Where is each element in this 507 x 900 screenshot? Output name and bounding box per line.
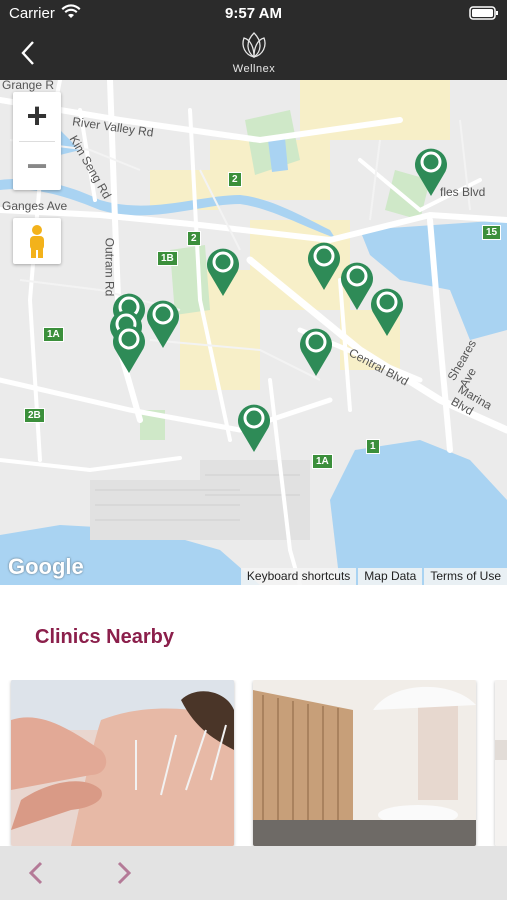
road-shield: 1A: [43, 327, 64, 342]
map-view[interactable]: Grange R River Valley Rd Kim Seng Rd Gan…: [0, 80, 507, 585]
acupuncture-image: [11, 680, 234, 846]
road-shield: 1: [366, 439, 380, 454]
clinic-carousel[interactable]: [0, 680, 507, 846]
clock: 9:57 AM: [225, 5, 282, 22]
zoom-out-button[interactable]: −: [13, 142, 61, 190]
previous-button[interactable]: [22, 858, 52, 888]
road-shield: 1A: [312, 454, 333, 469]
status-bar: Carrier 9:57 AM: [0, 0, 507, 28]
wellnex-logo: Wellnex: [231, 30, 277, 78]
carousel-nav-bar: [0, 846, 507, 900]
clinics-nearby-title: Clinics Nearby: [35, 626, 174, 648]
clinic-card[interactable]: [253, 680, 476, 846]
pegman-icon: [30, 225, 44, 258]
clinic-image: [495, 680, 507, 846]
map-footer: Keyboard shortcuts Map Data Terms of Use: [239, 568, 507, 585]
map-label: Grange R: [2, 80, 55, 92]
street-view-button[interactable]: [13, 218, 61, 264]
zoom-controls: + −: [13, 92, 61, 190]
google-logo: Google: [8, 554, 84, 579]
clinic-pin[interactable]: [298, 324, 334, 378]
clinic-pin[interactable]: [306, 238, 342, 292]
map-label: Ganges Ave: [2, 199, 68, 213]
navigation-bar: Wellnex: [0, 28, 507, 80]
zoom-in-button[interactable]: +: [13, 92, 61, 140]
road-shield: 2B: [24, 408, 45, 423]
battery-icon: [469, 6, 499, 24]
clinic-pin[interactable]: [369, 284, 405, 338]
clinic-pin[interactable]: [145, 296, 181, 350]
road-shield: 15: [482, 225, 502, 240]
clinic-card[interactable]: [11, 680, 234, 846]
road-shield: 2: [187, 231, 201, 246]
clinic-pin[interactable]: [205, 244, 241, 298]
chevron-left-icon: [21, 41, 34, 65]
next-button[interactable]: [108, 858, 138, 888]
lotus-icon: [242, 32, 266, 58]
road-shield: 2: [228, 172, 242, 187]
chevron-left-icon: [28, 861, 43, 885]
clinic-pin[interactable]: [413, 144, 449, 198]
clinic-interior-image: [253, 680, 476, 846]
terms-of-use-link[interactable]: Terms of Use: [424, 568, 507, 585]
map-label: Outram Rd: [102, 237, 117, 297]
back-button[interactable]: [14, 38, 44, 68]
brand-name: Wellnex: [232, 63, 276, 75]
clinic-pin[interactable]: [111, 321, 147, 375]
clinic-pin[interactable]: [236, 400, 272, 454]
map-data-link[interactable]: Map Data: [358, 568, 423, 585]
keyboard-shortcuts-link[interactable]: Keyboard shortcuts: [240, 568, 357, 585]
clinic-card[interactable]: [495, 680, 507, 846]
chevron-right-icon: [117, 861, 132, 885]
road-shield: 1B: [157, 251, 178, 266]
